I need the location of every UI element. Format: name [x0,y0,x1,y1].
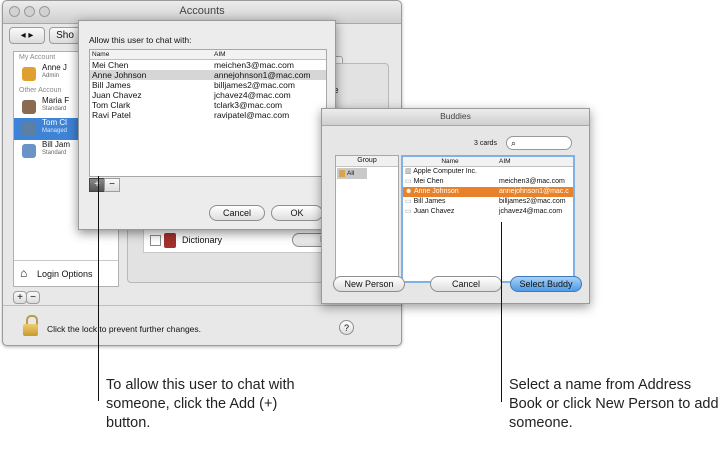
row-aim: meichen3@mac.com [499,178,565,185]
name-column-header[interactable]: Name [90,50,212,60]
row-aim: billjames2@mac.com [214,80,295,90]
card-icon: ▭ [405,198,414,205]
table-row[interactable]: ▭ Juan Chavez jchavez4@mac.com [403,207,573,217]
row-aim: annejohnson1@mac.com [214,70,311,80]
user-avatar-icon [22,100,36,114]
row-name: Mei Chen [92,60,129,70]
user-avatar-icon [22,67,36,81]
row-name: Tom Clark [92,100,131,110]
dictionary-icon [164,233,176,248]
select-callout-text: Select a name from Address Book or click… [509,377,719,431]
row-aim: tclark3@mac.com [214,100,283,110]
lock-message: Click the lock to prevent further change… [47,324,202,334]
group-label: All [347,170,355,177]
row-aim: annejohnson1@mac.c [499,188,569,195]
user-avatar-icon [22,122,36,136]
table-row[interactable]: ▭ Bill James billjames2@mac.com [403,197,573,207]
table-row[interactable]: Bill James billjames2@mac.com [90,80,326,90]
show-all-button[interactable]: Sho [49,27,81,44]
group-all-item[interactable]: All [337,168,367,179]
table-row[interactable]: Mei Chen meichen3@mac.com [90,60,326,71]
row-name: Anne Johnson [92,70,147,80]
table-row[interactable]: Juan Chavez jchavez4@mac.com [90,90,326,100]
name-column-header[interactable]: Name [403,157,497,167]
select-buddy-button[interactable]: Select Buddy [510,276,582,292]
add-user-button[interactable]: + [13,291,27,304]
cancel-button[interactable]: Cancel [430,276,502,292]
buddy-list: Name AIM ▥ Apple Computer Inc. ▭ Mei Che… [401,155,575,283]
row-name: Juan Chavez [92,90,142,100]
table-row[interactable]: ☻ Anne Johnson annejohnson1@mac.c [403,187,573,197]
dictionary-label: Dictionary [182,235,223,245]
group-column-header[interactable]: Group [336,156,398,167]
window-title: Accounts [179,5,225,17]
buddies-title: Buddies [440,111,471,121]
row-name-text: Bill James [413,198,446,205]
add-callout-line [98,176,99,401]
buddy-table: Name AIM ▥ Apple Computer Inc. ▭ Mei Che… [403,157,573,217]
row-name: ▭ Juan Chavez [403,207,497,217]
row-name: Ravi Patel [92,110,131,120]
back-forward-buttons[interactable]: ◂ ▸ [9,27,45,44]
buddies-window: Buddies 3 cards ⌕ Group All Name AIM ▥ A… [321,108,590,304]
search-field[interactable]: ⌕ [506,136,572,150]
row-name-text: Apple Computer Inc. [413,168,477,175]
row-aim: jchavez4@mac.com [214,90,291,100]
back-arrow-icon[interactable]: ◂ [21,30,26,41]
table-row[interactable]: Tom Clark tclark3@mac.com [90,100,326,110]
new-person-button[interactable]: New Person [333,276,405,292]
sheet-prompt: Allow this user to chat with: [89,35,192,45]
add-callout-text: To allow this user to chat with someone,… [106,377,295,431]
chat-table: Name AIM Mei Chen meichen3@mac.com Anne J… [90,50,326,120]
row-name-text: Anne Johnson [413,188,459,195]
card-icon: ▭ [405,178,414,185]
cancel-button[interactable]: Cancel [209,205,265,221]
row-name: ☻ Anne Johnson [403,187,497,197]
company-icon: ▥ [405,168,414,175]
house-icon: ⌂ [20,266,28,280]
buddies-titlebar: Buddies [322,109,589,126]
table-row[interactable]: ▥ Apple Computer Inc. [403,167,573,178]
select-callout-line [501,222,502,402]
table-row[interactable]: ▭ Mei Chen meichen3@mac.com [403,177,573,187]
person-icon: ☻ [405,188,414,195]
row-name-text: Mei Chen [413,178,444,185]
user-avatar-icon [22,144,36,158]
group-card-icon [339,170,345,177]
lock-icon[interactable] [23,315,39,337]
row-name: ▭ Mei Chen [403,177,497,187]
card-icon: ▭ [405,208,414,215]
table-row[interactable]: Ravi Patel ravipatel@mac.com [90,110,326,120]
add-chat-buddy-button[interactable]: + [89,178,105,192]
row-name-text: Juan Chavez [413,208,455,215]
row-name: ▥ Apple Computer Inc. [403,167,497,178]
aim-column-header[interactable]: AIM [497,157,573,167]
row-aim: meichen3@mac.com [214,60,294,70]
row-name: ▭ Bill James [403,197,497,207]
chat-permissions-sheet: Allow this user to chat with: Name AIM M… [78,20,336,230]
help-button[interactable]: ? [339,320,354,335]
remove-chat-buddy-button[interactable]: − [104,178,120,192]
row-name: Bill James [92,80,131,90]
table-row[interactable]: Anne Johnson annejohnson1@mac.com [90,70,326,80]
row-aim: jchavez4@mac.com [499,208,563,215]
ok-button[interactable]: OK [271,205,323,221]
divider [3,305,401,306]
aim-column-header[interactable]: AIM [212,50,326,60]
group-list: Group All [335,155,399,285]
forward-arrow-icon[interactable]: ▸ [28,30,33,41]
row-aim: ravipatel@mac.com [214,110,290,120]
search-icon: ⌕ [511,138,517,148]
chat-list: Name AIM Mei Chen meichen3@mac.com Anne J… [89,49,327,177]
card-count: 3 cards [474,140,497,147]
dictionary-checkbox[interactable] [150,235,161,246]
login-options-item[interactable]: ⌂ Login Options [14,260,118,287]
remove-user-button[interactable]: − [26,291,40,304]
row-aim: billjames2@mac.com [499,198,566,205]
login-options-label: Login Options [37,269,93,279]
row-aim [497,167,573,178]
